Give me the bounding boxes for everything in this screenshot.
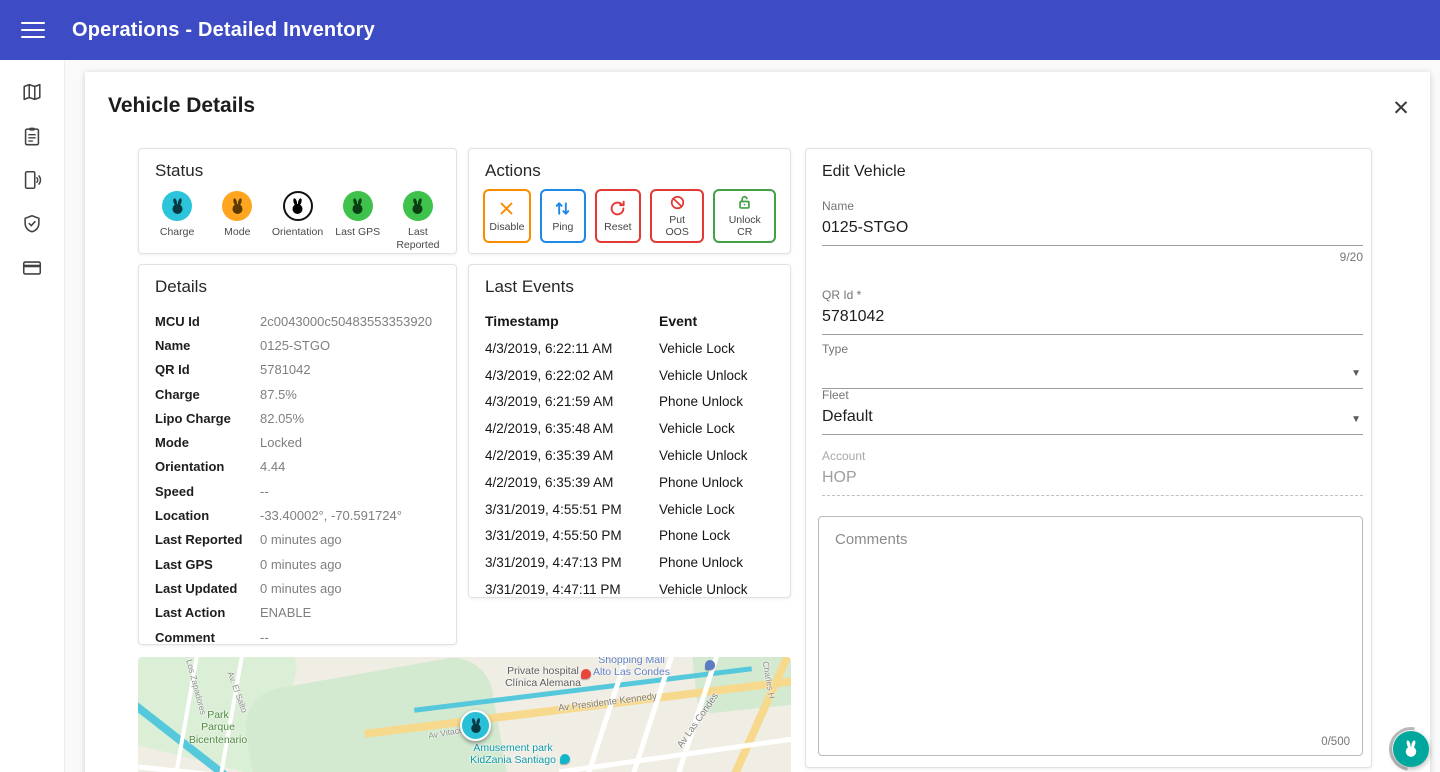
x-icon (497, 199, 516, 218)
comments-textarea[interactable] (819, 517, 1362, 727)
detail-row: Last Reported0 minutes ago (155, 528, 440, 552)
type-field: Type ▼ (822, 342, 1363, 389)
actions-title: Actions (485, 161, 774, 181)
mall-poi-icon (705, 660, 715, 670)
event-row: 3/31/2019, 4:47:13 PMPhone Unlock (485, 549, 774, 576)
edit-vehicle-title: Edit Vehicle (822, 163, 1355, 181)
sidebar (0, 60, 65, 772)
actions-panel: Actions Disable Ping Reset Put OOS Unloc… (468, 148, 791, 254)
details-title: Details (155, 277, 440, 297)
block-icon (668, 194, 687, 211)
app-header: Operations - Detailed Inventory (0, 0, 1440, 60)
disable-button[interactable]: Disable (483, 189, 531, 243)
detail-row: Last GPS0 minutes ago (155, 552, 440, 576)
last-gps-status-icon (343, 191, 373, 221)
map-icon[interactable] (10, 70, 54, 114)
phone-ring-icon[interactable] (10, 158, 54, 202)
fleet-field: Fleet ▼ (822, 388, 1363, 435)
amusement-poi-icon (560, 754, 570, 764)
header-title: Operations - Detailed Inventory (72, 19, 375, 42)
last-events-panel: Last Events TimestampEvent 4/3/2019, 6:2… (468, 264, 791, 598)
status-last-reported: Last Reported (390, 191, 446, 252)
shield-icon[interactable] (10, 202, 54, 246)
status-orientation: Orientation (269, 191, 325, 252)
put-oos-button[interactable]: Put OOS (650, 189, 705, 243)
menu-icon[interactable] (21, 22, 45, 39)
vehicle-map-marker[interactable] (460, 710, 491, 741)
orientation-status-icon (283, 191, 313, 221)
name-field: Name 9/20 (822, 199, 1363, 264)
vehicle-details-dialog: Vehicle Details ✕ Status Charge Mode Ori… (85, 72, 1430, 772)
unlock-cr-button[interactable]: Unlock CR (713, 189, 776, 243)
chevron-down-icon[interactable]: ▼ (1351, 368, 1361, 379)
last-reported-status-icon (403, 191, 433, 221)
detail-row: ModeLocked (155, 430, 440, 454)
detail-row: Name0125-STGO (155, 333, 440, 357)
status-last-gps: Last GPS (330, 191, 386, 252)
page-title: Vehicle Details (108, 94, 255, 118)
event-row: 4/3/2019, 6:22:11 AMVehicle Lock (485, 335, 774, 362)
account-input (822, 463, 1363, 496)
details-panel: Details MCU Id2c0043000c50483553353920 N… (138, 264, 457, 645)
events-header-row: TimestampEvent (485, 307, 774, 335)
comments-field: 0/500 (818, 516, 1363, 756)
edit-vehicle-panel: Edit Vehicle Name 9/20 QR Id * Type ▼ Fl… (805, 148, 1372, 768)
detail-row: Orientation4.44 (155, 455, 440, 479)
comments-counter: 0/500 (1321, 736, 1350, 748)
fleet-select[interactable] (822, 402, 1363, 435)
mode-status-icon (222, 191, 252, 221)
event-row: 3/31/2019, 4:55:51 PMVehicle Lock (485, 496, 774, 523)
event-row: 4/3/2019, 6:22:02 AMVehicle Unlock (485, 362, 774, 389)
status-charge: Charge (149, 191, 205, 252)
detail-row: MCU Id2c0043000c50483553353920 (155, 309, 440, 333)
name-counter: 9/20 (822, 250, 1363, 264)
close-icon[interactable]: ✕ (1387, 94, 1415, 122)
charge-status-icon (162, 191, 192, 221)
qr-id-field: QR Id * (822, 288, 1363, 335)
detail-row: Charge87.5% (155, 382, 440, 406)
status-title: Status (155, 161, 440, 181)
name-input[interactable] (822, 213, 1363, 246)
arrows-up-down-icon (553, 199, 572, 218)
status-panel: Status Charge Mode Orientation Last GPS … (138, 148, 457, 254)
status-mode: Mode (209, 191, 265, 252)
detail-row: Location-33.40002°, -70.591724° (155, 503, 440, 527)
clipboard-icon[interactable] (10, 114, 54, 158)
chevron-down-icon[interactable]: ▼ (1351, 414, 1361, 425)
detail-row: QR Id5781042 (155, 358, 440, 382)
unlock-icon (735, 194, 754, 211)
qr-id-input[interactable] (822, 302, 1363, 335)
last-events-title: Last Events (485, 277, 774, 297)
event-row: 3/31/2019, 4:47:11 PMVehicle Unlock (485, 576, 774, 603)
card-icon[interactable] (10, 246, 54, 290)
account-field: Account (822, 449, 1363, 496)
map-label-park: ParkParqueBicentenario (178, 709, 258, 746)
map[interactable]: Shopping MallAlto Las Condes Private hos… (138, 657, 791, 772)
detail-row: Last Updated0 minutes ago (155, 576, 440, 600)
type-select[interactable] (822, 356, 1363, 389)
event-row: 4/2/2019, 6:35:48 AMVehicle Lock (485, 415, 774, 442)
detail-row: Speed-- (155, 479, 440, 503)
brand-rabbit-fab[interactable] (1393, 731, 1429, 767)
event-row: 4/3/2019, 6:21:59 AMPhone Unlock (485, 389, 774, 416)
reset-button[interactable]: Reset (595, 189, 641, 243)
event-row: 4/2/2019, 6:35:39 AMVehicle Unlock (485, 442, 774, 469)
event-row: 3/31/2019, 4:55:50 PMPhone Lock (485, 523, 774, 550)
detail-row: Last ActionENABLE (155, 601, 440, 625)
refresh-icon (608, 199, 627, 218)
hospital-poi-icon (581, 669, 591, 679)
event-row: 4/2/2019, 6:35:39 AMPhone Unlock (485, 469, 774, 496)
ping-button[interactable]: Ping (540, 189, 586, 243)
detail-row: Lipo Charge82.05% (155, 406, 440, 430)
detail-row: Comment-- (155, 625, 440, 649)
